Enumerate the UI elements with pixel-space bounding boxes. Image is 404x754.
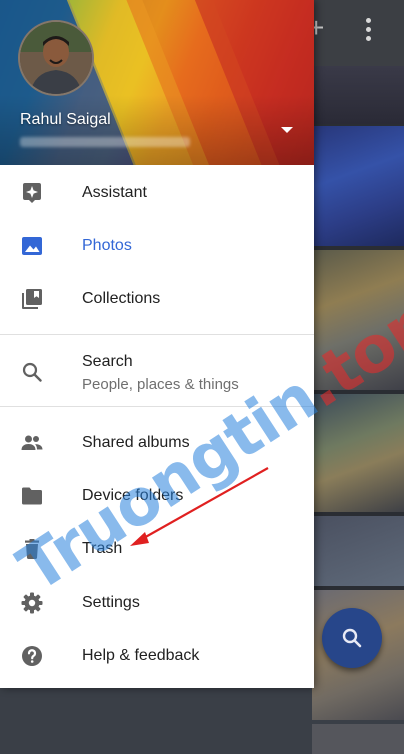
photo-thumbnail[interactable] (312, 516, 404, 586)
image-icon (22, 237, 42, 255)
photo-thumbnail[interactable] (312, 126, 404, 246)
search-icon (342, 628, 362, 648)
photo-thumbnail[interactable] (312, 66, 404, 124)
search-icon (22, 362, 42, 382)
account-switcher-arrow-icon[interactable] (281, 127, 293, 133)
account-name: Rahul Saigal (20, 111, 111, 128)
menu-label: Collections (82, 290, 161, 307)
menu-label: Settings (82, 594, 140, 611)
menu-label: Assistant (82, 184, 147, 201)
menu-label: Photos (82, 237, 132, 254)
menu-item-help[interactable]: Help & feedback (0, 630, 314, 682)
library-icon (22, 289, 42, 309)
avatar-photo (20, 22, 92, 94)
overflow-menu-icon[interactable] (366, 18, 372, 45)
menu-label: Help & feedback (82, 647, 200, 664)
menu-label: Search (82, 353, 133, 370)
account-email (20, 137, 190, 147)
account-header[interactable]: Rahul Saigal (0, 0, 314, 165)
help-icon (22, 646, 42, 666)
avatar[interactable] (18, 20, 94, 96)
menu-item-assistant[interactable]: Assistant (0, 167, 314, 219)
sparkle-icon (23, 183, 41, 203)
photo-thumbnail[interactable] (312, 724, 404, 754)
divider (0, 334, 314, 335)
menu-item-collections[interactable]: Collections (0, 273, 314, 325)
background-toolbar: + (308, 0, 404, 66)
menu-item-photos[interactable]: Photos (0, 220, 314, 272)
search-fab[interactable] (322, 608, 382, 668)
folder-icon (22, 487, 42, 505)
menu-sublabel: People, places & things (82, 376, 239, 393)
people-icon (21, 435, 43, 450)
